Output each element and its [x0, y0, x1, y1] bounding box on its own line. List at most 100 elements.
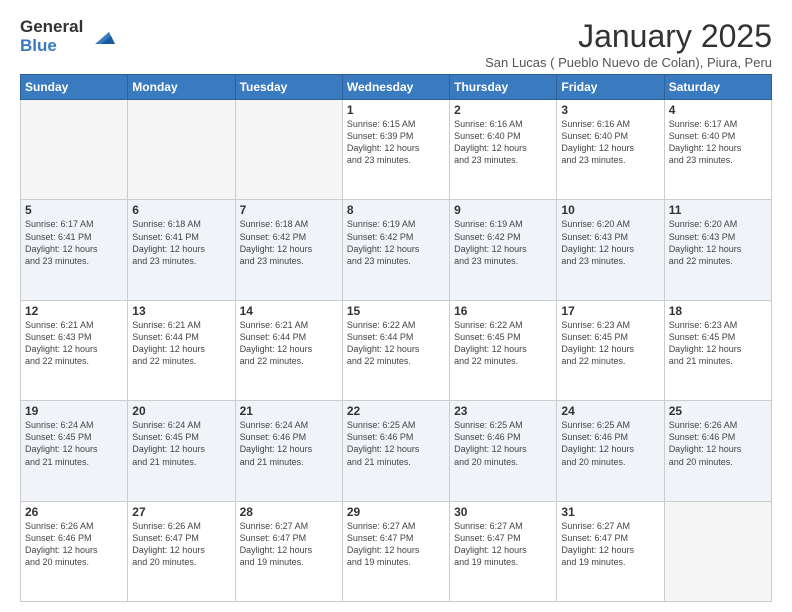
table-row: 3Sunrise: 6:16 AM Sunset: 6:40 PM Daylig…	[557, 100, 664, 200]
table-row: 29Sunrise: 6:27 AM Sunset: 6:47 PM Dayli…	[342, 501, 449, 601]
table-row: 22Sunrise: 6:25 AM Sunset: 6:46 PM Dayli…	[342, 401, 449, 501]
header: General Blue January 2025 San Lucas ( Pu…	[20, 18, 772, 70]
day-info: Sunrise: 6:26 AM Sunset: 6:47 PM Dayligh…	[132, 520, 230, 569]
day-number: 4	[669, 103, 767, 117]
subtitle: San Lucas ( Pueblo Nuevo de Colan), Piur…	[485, 55, 772, 70]
day-info: Sunrise: 6:25 AM Sunset: 6:46 PM Dayligh…	[561, 419, 659, 468]
calendar-week-row: 26Sunrise: 6:26 AM Sunset: 6:46 PM Dayli…	[21, 501, 772, 601]
table-row: 25Sunrise: 6:26 AM Sunset: 6:46 PM Dayli…	[664, 401, 771, 501]
day-number: 21	[240, 404, 338, 418]
day-info: Sunrise: 6:22 AM Sunset: 6:45 PM Dayligh…	[454, 319, 552, 368]
day-number: 9	[454, 203, 552, 217]
day-number: 1	[347, 103, 445, 117]
day-number: 2	[454, 103, 552, 117]
day-number: 24	[561, 404, 659, 418]
table-row: 1Sunrise: 6:15 AM Sunset: 6:39 PM Daylig…	[342, 100, 449, 200]
day-info: Sunrise: 6:24 AM Sunset: 6:45 PM Dayligh…	[132, 419, 230, 468]
table-row: 19Sunrise: 6:24 AM Sunset: 6:45 PM Dayli…	[21, 401, 128, 501]
logo-icon	[87, 22, 117, 52]
day-number: 31	[561, 505, 659, 519]
calendar-header-row: Sunday Monday Tuesday Wednesday Thursday…	[21, 75, 772, 100]
day-info: Sunrise: 6:24 AM Sunset: 6:45 PM Dayligh…	[25, 419, 123, 468]
table-row	[21, 100, 128, 200]
table-row	[664, 501, 771, 601]
day-info: Sunrise: 6:15 AM Sunset: 6:39 PM Dayligh…	[347, 118, 445, 167]
day-info: Sunrise: 6:16 AM Sunset: 6:40 PM Dayligh…	[454, 118, 552, 167]
day-info: Sunrise: 6:26 AM Sunset: 6:46 PM Dayligh…	[25, 520, 123, 569]
day-number: 7	[240, 203, 338, 217]
day-number: 3	[561, 103, 659, 117]
day-info: Sunrise: 6:24 AM Sunset: 6:46 PM Dayligh…	[240, 419, 338, 468]
calendar-table: Sunday Monday Tuesday Wednesday Thursday…	[20, 74, 772, 602]
day-info: Sunrise: 6:19 AM Sunset: 6:42 PM Dayligh…	[454, 218, 552, 267]
table-row	[128, 100, 235, 200]
table-row: 24Sunrise: 6:25 AM Sunset: 6:46 PM Dayli…	[557, 401, 664, 501]
calendar-week-row: 1Sunrise: 6:15 AM Sunset: 6:39 PM Daylig…	[21, 100, 772, 200]
day-number: 16	[454, 304, 552, 318]
table-row: 18Sunrise: 6:23 AM Sunset: 6:45 PM Dayli…	[664, 300, 771, 400]
day-number: 29	[347, 505, 445, 519]
table-row: 21Sunrise: 6:24 AM Sunset: 6:46 PM Dayli…	[235, 401, 342, 501]
day-info: Sunrise: 6:18 AM Sunset: 6:41 PM Dayligh…	[132, 218, 230, 267]
calendar-week-row: 12Sunrise: 6:21 AM Sunset: 6:43 PM Dayli…	[21, 300, 772, 400]
header-wednesday: Wednesday	[342, 75, 449, 100]
logo: General Blue	[20, 18, 117, 55]
day-info: Sunrise: 6:21 AM Sunset: 6:44 PM Dayligh…	[132, 319, 230, 368]
day-info: Sunrise: 6:23 AM Sunset: 6:45 PM Dayligh…	[561, 319, 659, 368]
table-row: 12Sunrise: 6:21 AM Sunset: 6:43 PM Dayli…	[21, 300, 128, 400]
table-row: 2Sunrise: 6:16 AM Sunset: 6:40 PM Daylig…	[450, 100, 557, 200]
day-number: 13	[132, 304, 230, 318]
day-info: Sunrise: 6:27 AM Sunset: 6:47 PM Dayligh…	[454, 520, 552, 569]
header-tuesday: Tuesday	[235, 75, 342, 100]
day-info: Sunrise: 6:27 AM Sunset: 6:47 PM Dayligh…	[347, 520, 445, 569]
day-info: Sunrise: 6:19 AM Sunset: 6:42 PM Dayligh…	[347, 218, 445, 267]
table-row: 26Sunrise: 6:26 AM Sunset: 6:46 PM Dayli…	[21, 501, 128, 601]
month-title: January 2025	[485, 18, 772, 55]
day-info: Sunrise: 6:17 AM Sunset: 6:40 PM Dayligh…	[669, 118, 767, 167]
table-row: 16Sunrise: 6:22 AM Sunset: 6:45 PM Dayli…	[450, 300, 557, 400]
table-row: 5Sunrise: 6:17 AM Sunset: 6:41 PM Daylig…	[21, 200, 128, 300]
table-row: 14Sunrise: 6:21 AM Sunset: 6:44 PM Dayli…	[235, 300, 342, 400]
day-number: 17	[561, 304, 659, 318]
logo-blue: Blue	[20, 37, 83, 56]
table-row: 7Sunrise: 6:18 AM Sunset: 6:42 PM Daylig…	[235, 200, 342, 300]
day-info: Sunrise: 6:27 AM Sunset: 6:47 PM Dayligh…	[561, 520, 659, 569]
day-number: 20	[132, 404, 230, 418]
table-row: 20Sunrise: 6:24 AM Sunset: 6:45 PM Dayli…	[128, 401, 235, 501]
table-row: 13Sunrise: 6:21 AM Sunset: 6:44 PM Dayli…	[128, 300, 235, 400]
calendar-week-row: 5Sunrise: 6:17 AM Sunset: 6:41 PM Daylig…	[21, 200, 772, 300]
day-number: 5	[25, 203, 123, 217]
table-row: 4Sunrise: 6:17 AM Sunset: 6:40 PM Daylig…	[664, 100, 771, 200]
day-info: Sunrise: 6:18 AM Sunset: 6:42 PM Dayligh…	[240, 218, 338, 267]
calendar-week-row: 19Sunrise: 6:24 AM Sunset: 6:45 PM Dayli…	[21, 401, 772, 501]
day-number: 25	[669, 404, 767, 418]
day-number: 23	[454, 404, 552, 418]
day-info: Sunrise: 6:25 AM Sunset: 6:46 PM Dayligh…	[347, 419, 445, 468]
day-info: Sunrise: 6:27 AM Sunset: 6:47 PM Dayligh…	[240, 520, 338, 569]
day-info: Sunrise: 6:23 AM Sunset: 6:45 PM Dayligh…	[669, 319, 767, 368]
day-info: Sunrise: 6:20 AM Sunset: 6:43 PM Dayligh…	[561, 218, 659, 267]
table-row: 27Sunrise: 6:26 AM Sunset: 6:47 PM Dayli…	[128, 501, 235, 601]
day-info: Sunrise: 6:26 AM Sunset: 6:46 PM Dayligh…	[669, 419, 767, 468]
day-number: 30	[454, 505, 552, 519]
page: General Blue January 2025 San Lucas ( Pu…	[0, 0, 792, 612]
header-monday: Monday	[128, 75, 235, 100]
day-info: Sunrise: 6:16 AM Sunset: 6:40 PM Dayligh…	[561, 118, 659, 167]
table-row: 6Sunrise: 6:18 AM Sunset: 6:41 PM Daylig…	[128, 200, 235, 300]
table-row: 11Sunrise: 6:20 AM Sunset: 6:43 PM Dayli…	[664, 200, 771, 300]
day-number: 6	[132, 203, 230, 217]
table-row: 9Sunrise: 6:19 AM Sunset: 6:42 PM Daylig…	[450, 200, 557, 300]
logo-text: General Blue	[20, 18, 83, 55]
table-row: 31Sunrise: 6:27 AM Sunset: 6:47 PM Dayli…	[557, 501, 664, 601]
table-row: 15Sunrise: 6:22 AM Sunset: 6:44 PM Dayli…	[342, 300, 449, 400]
header-saturday: Saturday	[664, 75, 771, 100]
table-row: 17Sunrise: 6:23 AM Sunset: 6:45 PM Dayli…	[557, 300, 664, 400]
table-row: 30Sunrise: 6:27 AM Sunset: 6:47 PM Dayli…	[450, 501, 557, 601]
table-row: 8Sunrise: 6:19 AM Sunset: 6:42 PM Daylig…	[342, 200, 449, 300]
day-number: 14	[240, 304, 338, 318]
table-row: 28Sunrise: 6:27 AM Sunset: 6:47 PM Dayli…	[235, 501, 342, 601]
table-row	[235, 100, 342, 200]
day-number: 26	[25, 505, 123, 519]
day-number: 11	[669, 203, 767, 217]
day-number: 19	[25, 404, 123, 418]
